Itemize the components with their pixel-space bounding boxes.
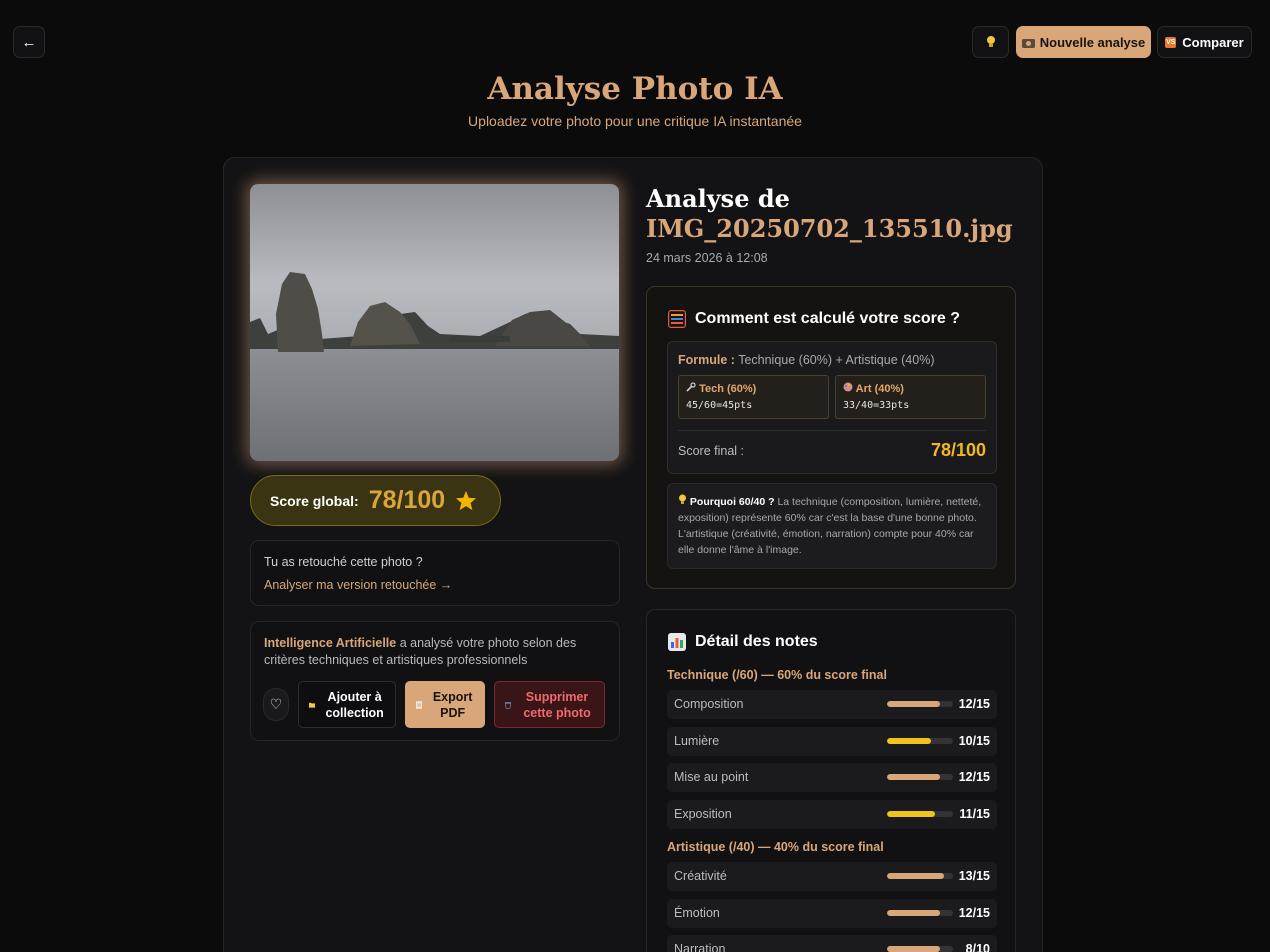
score-row-tech-0: Composition 12/15 bbox=[667, 690, 997, 719]
score-bar bbox=[887, 810, 953, 817]
artistic-section-title: Artistique (/40) — 40% du score final bbox=[667, 840, 884, 854]
score-bar-fill bbox=[887, 909, 940, 916]
divider bbox=[678, 430, 986, 431]
score-bar bbox=[887, 946, 953, 952]
formula-box: Formule : Technique (60%) + Artistique (… bbox=[667, 341, 997, 474]
analyze-retouched-link[interactable]: Analyser ma version retouchée → bbox=[264, 578, 606, 592]
score-row-art-1: Émotion 12/15 bbox=[667, 898, 997, 928]
score-row-tech-1: Lumière 10/15 bbox=[667, 726, 997, 756]
criterion-name: Mise au point bbox=[674, 770, 749, 784]
score-row-tech-3: Exposition 11/15 bbox=[667, 799, 997, 829]
score-bar-fill bbox=[887, 774, 940, 780]
score-bar-fill bbox=[887, 701, 940, 707]
trash-icon bbox=[505, 701, 512, 709]
page-subtitle: Uploadez votre photo pour une critique I… bbox=[468, 113, 802, 129]
criterion-score: 12/15 bbox=[958, 905, 990, 920]
score-bar bbox=[887, 774, 953, 780]
new-analysis-button[interactable]: Nouvelle analyse bbox=[1016, 26, 1151, 58]
details-title: Détail des notes bbox=[695, 633, 818, 650]
global-score-badge: Score global: 78/100 bbox=[250, 475, 501, 526]
retouch-card: Tu as retouché cette photo ? Analyser ma… bbox=[250, 540, 620, 606]
criterion-name: Exposition bbox=[674, 806, 732, 821]
compare-icon: VS bbox=[1165, 36, 1177, 48]
add-to-collection-button[interactable]: Ajouter à collection bbox=[298, 681, 396, 728]
analysis-heading: Analyse de IMG_20250702_135510.jpg bbox=[646, 184, 1013, 243]
score-bar bbox=[887, 909, 953, 916]
score-row-art-0: Créativité 13/15 bbox=[667, 862, 997, 891]
calc-title: Comment est calculé votre score ? bbox=[695, 310, 960, 327]
star-icon bbox=[456, 490, 477, 511]
compare-button[interactable]: VS Comparer bbox=[1157, 26, 1252, 58]
retouch-question: Tu as retouché cette photo ? bbox=[264, 555, 423, 569]
criterion-score: 12/15 bbox=[958, 770, 990, 784]
analyzed-photo bbox=[250, 184, 619, 461]
criterion-name: Émotion bbox=[674, 905, 720, 920]
tech-weight-box: Tech (60%) 45/60=45pts bbox=[678, 375, 829, 419]
score-bar bbox=[887, 873, 953, 879]
photo-filename: IMG_20250702_135510.jpg bbox=[646, 214, 1013, 243]
art-weight-box: Art (40%) 33/40=33pts bbox=[835, 375, 986, 419]
criterion-score: 12/15 bbox=[958, 697, 990, 711]
score-calculation-card: Comment est calculé votre score ? Formul… bbox=[646, 286, 1016, 589]
bar-chart-icon bbox=[668, 633, 686, 651]
wrench-icon bbox=[686, 382, 696, 392]
delete-photo-button[interactable]: Supprimer cette photo bbox=[494, 681, 605, 728]
criterion-score: 11/15 bbox=[959, 806, 990, 821]
score-bar-fill bbox=[887, 810, 936, 817]
score-row-tech-2: Mise au point 12/15 bbox=[667, 763, 997, 792]
criterion-name: Lumière bbox=[674, 733, 720, 748]
tips-button[interactable] bbox=[972, 26, 1009, 58]
page-title: Analyse Photo IA bbox=[487, 71, 783, 107]
criterion-name: Créativité bbox=[674, 869, 727, 883]
favorite-button[interactable]: ♡ bbox=[263, 688, 289, 721]
criterion-score: 13/15 bbox=[958, 869, 990, 883]
arrow-left-icon: ← bbox=[21, 33, 37, 51]
score-bar-fill bbox=[887, 873, 945, 879]
score-bar-fill bbox=[887, 737, 932, 744]
lightbulb-icon bbox=[679, 494, 686, 504]
folder-icon bbox=[309, 702, 316, 708]
criterion-name: Composition bbox=[674, 697, 744, 711]
abacus-icon bbox=[668, 310, 686, 328]
criterion-score: 8/10 bbox=[965, 942, 990, 952]
back-button[interactable]: ← bbox=[13, 26, 45, 58]
global-score-value: 78/100 bbox=[368, 486, 446, 514]
score-bar bbox=[887, 737, 953, 744]
score-row-art-2: Narration 8/10 bbox=[667, 935, 997, 952]
document-icon bbox=[416, 700, 423, 709]
ai-info-card: Intelligence Artificielle a analysé votr… bbox=[250, 621, 620, 741]
score-details-card: Détail des notes Technique (/60) — 60% d… bbox=[646, 609, 1016, 952]
lightbulb-icon bbox=[986, 36, 995, 47]
analysis-date: 24 mars 2026 à 12:08 bbox=[646, 251, 768, 265]
score-bar-fill bbox=[887, 946, 940, 952]
criterion-score: 10/15 bbox=[958, 733, 990, 748]
ai-highlight: Intelligence Artificielle bbox=[264, 636, 397, 650]
heart-icon: ♡ bbox=[269, 696, 283, 712]
palette-icon bbox=[843, 382, 853, 392]
score-bar bbox=[887, 701, 953, 707]
export-pdf-button[interactable]: Export PDF bbox=[405, 681, 485, 728]
technique-section-title: Technique (/60) — 60% du score final bbox=[667, 668, 887, 682]
weighting-explanation: Pourquoi 60/40 ? La technique (compositi… bbox=[667, 483, 997, 569]
final-score-value: 78/100 bbox=[930, 440, 986, 460]
criterion-name: Narration bbox=[674, 942, 726, 952]
camera-icon bbox=[1021, 38, 1035, 48]
